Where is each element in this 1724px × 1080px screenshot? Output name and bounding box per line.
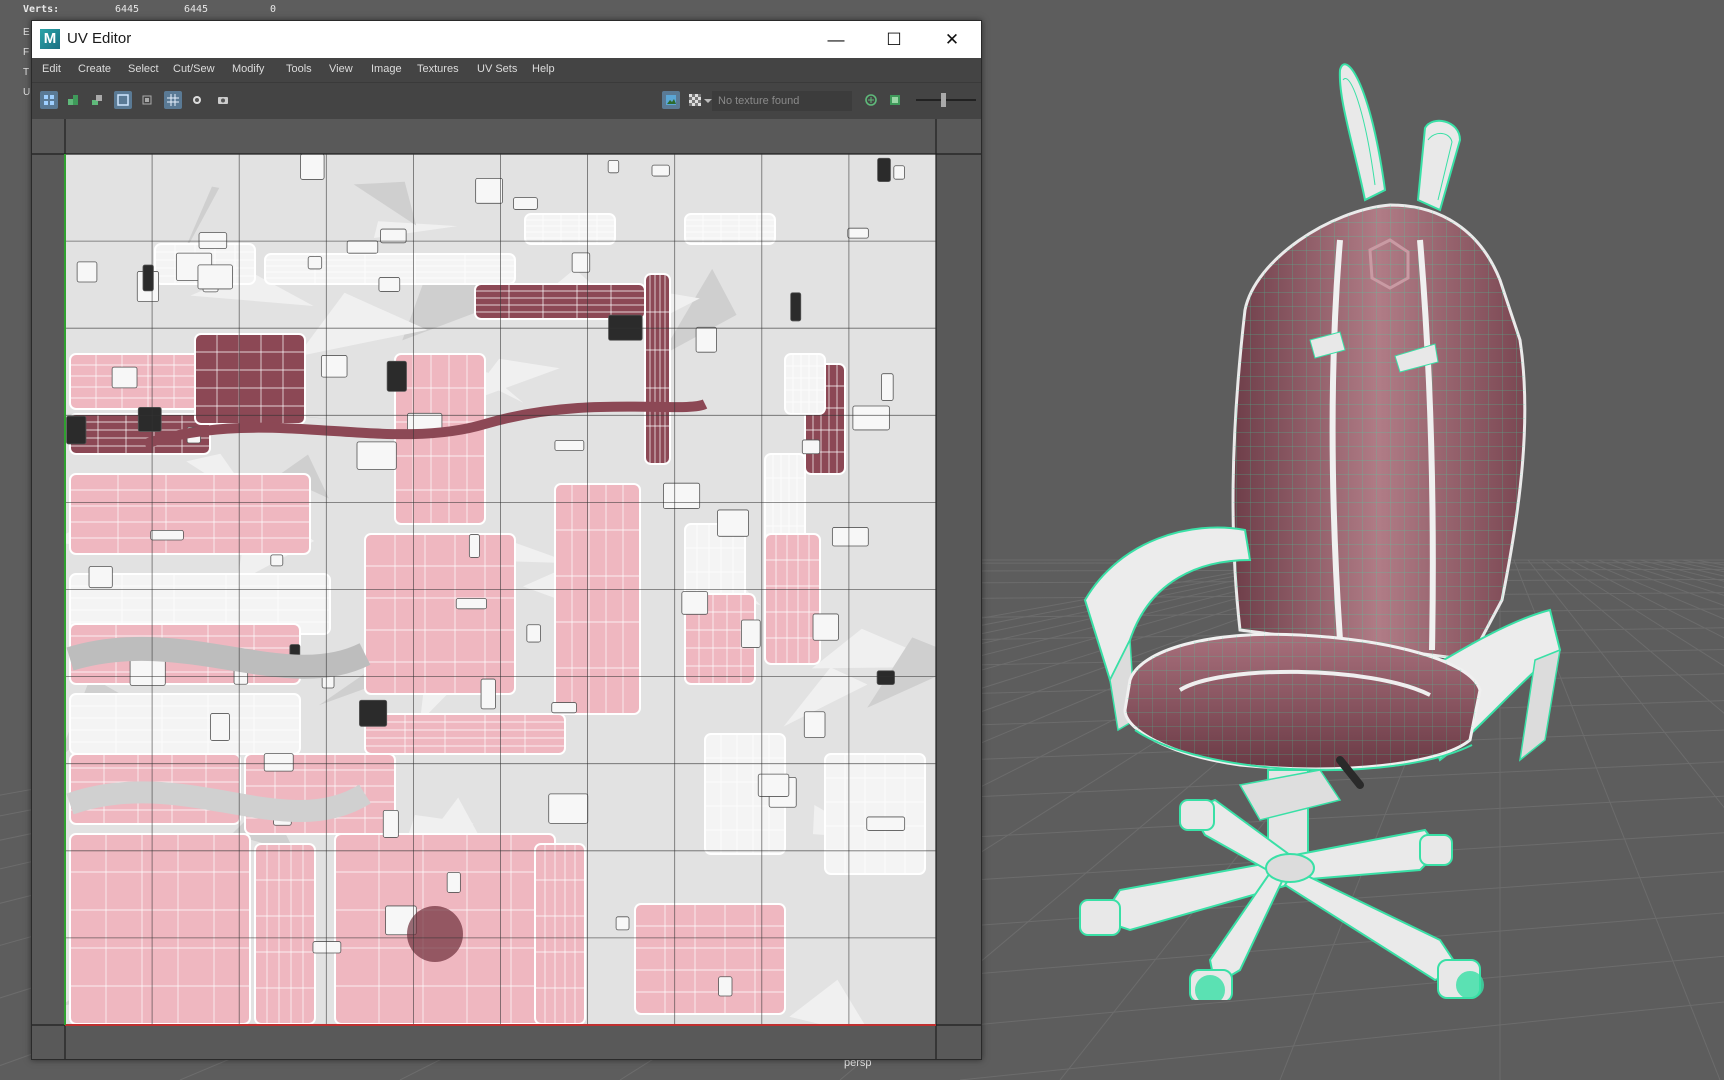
menu-tools[interactable]: Tools bbox=[286, 63, 312, 75]
menu-modify[interactable]: Modify bbox=[232, 63, 264, 75]
image-icon[interactable] bbox=[886, 91, 904, 109]
uv-snapshot-icon[interactable] bbox=[88, 91, 106, 109]
uv-toolbar: No texture found bbox=[32, 83, 981, 119]
menu-select[interactable]: Select bbox=[128, 63, 159, 75]
hud-letter: F bbox=[23, 47, 30, 58]
menu-cut-sew[interactable]: Cut/Sew bbox=[173, 63, 215, 75]
menu-help[interactable]: Help bbox=[532, 63, 555, 75]
exposure-slider[interactable] bbox=[916, 93, 976, 107]
close-button[interactable]: ✕ bbox=[923, 21, 981, 58]
uv-grid-lines bbox=[32, 119, 981, 1059]
chair-seat bbox=[1123, 632, 1482, 772]
uv-canvas[interactable] bbox=[32, 119, 981, 1059]
window-title: UV Editor bbox=[67, 30, 132, 47]
chair-model[interactable] bbox=[1040, 40, 1640, 1005]
uv-editor-window[interactable]: M UV Editor — ☐ ✕ Edit Create Select Cut… bbox=[31, 20, 982, 1060]
verts-label: Verts: bbox=[23, 4, 60, 15]
camera-icon[interactable] bbox=[214, 91, 232, 109]
grid-icon[interactable] bbox=[164, 91, 182, 109]
chair-backrest bbox=[1231, 203, 1527, 662]
heads-up-display: Verts: 6445 6445 0 bbox=[0, 0, 360, 20]
image-display-icon[interactable] bbox=[662, 91, 680, 109]
minimize-button[interactable]: — bbox=[807, 21, 865, 58]
menu-textures[interactable]: Textures bbox=[417, 63, 459, 75]
texture-field[interactable]: No texture found bbox=[712, 91, 852, 111]
grid-line bbox=[1667, 559, 1724, 573]
frame-selected-icon[interactable] bbox=[138, 91, 156, 109]
grid-line bbox=[1639, 559, 1724, 582]
chair-ear-left bbox=[1338, 63, 1387, 202]
title-bar[interactable]: M UV Editor — ☐ ✕ bbox=[32, 21, 981, 58]
grid-line bbox=[1681, 559, 1724, 569]
pixel-snap-icon[interactable] bbox=[188, 91, 206, 109]
frame-all-icon[interactable] bbox=[114, 91, 132, 109]
uv-layout-icon[interactable] bbox=[64, 91, 82, 109]
hud-letter: E bbox=[23, 27, 30, 38]
menu-bar: Edit Create Select Cut/Sew Modify Tools … bbox=[32, 58, 981, 83]
hud-letter: T bbox=[23, 67, 30, 78]
chair-ear-right bbox=[1416, 119, 1462, 212]
slider-handle[interactable] bbox=[941, 93, 946, 107]
menu-edit[interactable]: Edit bbox=[42, 63, 61, 75]
menu-uv-sets[interactable]: UV Sets bbox=[477, 63, 517, 75]
maximize-button[interactable]: ☐ bbox=[865, 21, 923, 58]
menu-view[interactable]: View bbox=[329, 63, 353, 75]
grid-line bbox=[959, 1001, 1724, 1080]
maya-logo-icon: M bbox=[40, 29, 60, 49]
hud-letter: U bbox=[23, 87, 31, 98]
menu-image[interactable]: Image bbox=[371, 63, 402, 75]
menu-create[interactable]: Create bbox=[78, 63, 111, 75]
verts-value-1: 6445 bbox=[115, 4, 140, 15]
refresh-icon[interactable] bbox=[862, 91, 880, 109]
uv-shell-icon[interactable] bbox=[40, 91, 58, 109]
verts-value-3: 0 bbox=[270, 4, 277, 15]
verts-value-2: 6445 bbox=[184, 4, 209, 15]
grid-line bbox=[1625, 559, 1724, 589]
